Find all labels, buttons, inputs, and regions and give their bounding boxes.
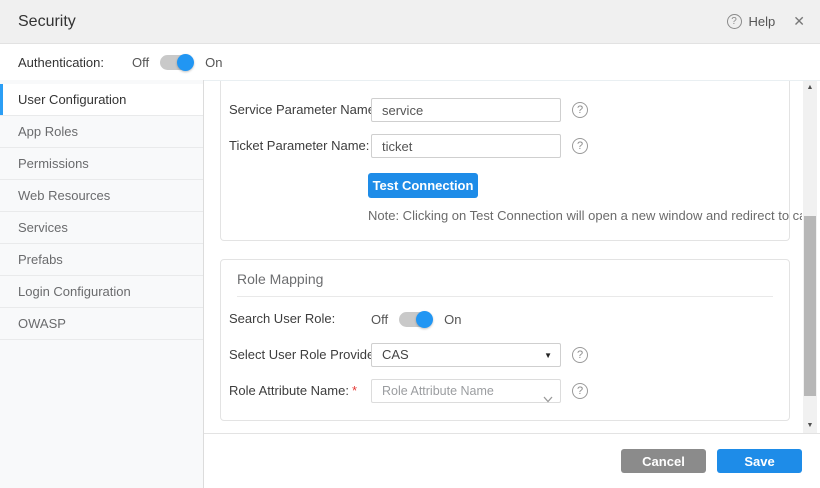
- selected-provider-value: CAS: [382, 347, 409, 362]
- sidebar-item-prefabs[interactable]: Prefabs: [0, 244, 203, 276]
- toggle-knob: [177, 54, 194, 71]
- titlebar-actions: ? Help ✕: [727, 13, 805, 30]
- help-icon[interactable]: ?: [572, 383, 588, 399]
- help-icon[interactable]: ?: [727, 14, 742, 29]
- chevron-down-icon: [543, 388, 553, 410]
- help-icon[interactable]: ?: [572, 138, 588, 154]
- help-icon[interactable]: ?: [572, 102, 588, 118]
- save-button[interactable]: Save: [717, 449, 802, 473]
- scroll-viewport: Service Parameter Name:* ? Ticket Parame…: [204, 81, 802, 433]
- authentication-off-label: Off: [132, 55, 149, 70]
- vertical-scrollbar[interactable]: ▲ ▼: [803, 81, 817, 433]
- sidebar-item-label: App Roles: [18, 124, 78, 139]
- authentication-on-label: On: [205, 55, 222, 70]
- role-provider-label: Select User Role Provider:: [229, 343, 382, 367]
- sidebar-item-login-configuration[interactable]: Login Configuration: [0, 276, 203, 308]
- sidebar-item-label: Web Resources: [18, 188, 110, 203]
- footer-actions: Cancel Save: [204, 433, 820, 488]
- sidebar-item-label: Prefabs: [18, 252, 63, 267]
- test-connection-button[interactable]: Test Connection: [368, 173, 478, 198]
- page-title: Security: [18, 13, 76, 31]
- sidebar-item-owasp[interactable]: OWASP: [0, 308, 203, 340]
- sidebar-item-services[interactable]: Services: [0, 212, 203, 244]
- role-mapping-panel: Role Mapping Search User Role: Off On Se: [220, 259, 790, 421]
- cancel-button[interactable]: Cancel: [621, 449, 706, 473]
- dropdown-arrow-icon: ▼: [544, 344, 552, 367]
- close-icon[interactable]: ✕: [793, 13, 805, 30]
- search-user-role-label: Search User Role:: [229, 307, 335, 331]
- role-attribute-row: Role Attribute Name:* Role Attribute Nam…: [221, 379, 789, 403]
- dialog-body: User Configuration App Roles Permissions…: [0, 80, 820, 488]
- search-role-on-label: On: [444, 312, 461, 327]
- scrollbar-thumb[interactable]: [804, 216, 816, 396]
- role-attribute-placeholder: Role Attribute Name: [382, 384, 494, 398]
- sidebar: User Configuration App Roles Permissions…: [0, 80, 204, 488]
- search-role-off-label: Off: [371, 312, 388, 327]
- test-connection-note: Note: Clicking on Test Connection will o…: [368, 208, 802, 223]
- authentication-label: Authentication:: [18, 55, 104, 70]
- authentication-row: Authentication: Off On: [0, 44, 820, 80]
- ticket-parameter-input[interactable]: [371, 134, 561, 158]
- security-dialog: Security ? Help ✕ Authentication: Off On…: [0, 0, 820, 488]
- titlebar: Security ? Help ✕: [0, 0, 820, 44]
- scroll-up-icon[interactable]: ▲: [803, 81, 817, 95]
- search-user-role-row: Search User Role: Off On: [221, 307, 789, 331]
- user-role-provider-select[interactable]: CAS ▼: [371, 343, 561, 367]
- required-mark: *: [352, 383, 357, 398]
- help-link[interactable]: Help: [749, 14, 776, 29]
- search-user-role-toggle-group: Off On: [371, 307, 461, 331]
- sidebar-item-user-configuration[interactable]: User Configuration: [0, 84, 203, 116]
- ticket-parameter-row: Ticket Parameter Name:* ?: [221, 134, 789, 158]
- active-indicator: [0, 84, 3, 115]
- service-parameter-label: Service Parameter Name:*: [229, 98, 387, 122]
- role-attribute-label: Role Attribute Name:*: [229, 379, 357, 403]
- sidebar-item-web-resources[interactable]: Web Resources: [0, 180, 203, 212]
- role-mapping-title: Role Mapping: [237, 260, 773, 297]
- authentication-toggle[interactable]: [160, 55, 193, 70]
- toggle-knob: [416, 311, 433, 328]
- scroll-down-icon[interactable]: ▼: [803, 419, 817, 433]
- ticket-parameter-label: Ticket Parameter Name:*: [229, 134, 377, 158]
- sidebar-item-label: Login Configuration: [18, 284, 131, 299]
- help-icon[interactable]: ?: [572, 347, 588, 363]
- service-parameter-input[interactable]: [371, 98, 561, 122]
- search-user-role-toggle[interactable]: [399, 312, 432, 327]
- sidebar-item-permissions[interactable]: Permissions: [0, 148, 203, 180]
- role-provider-row: Select User Role Provider: CAS ▼ ?: [221, 343, 789, 367]
- sidebar-item-label: Permissions: [18, 156, 89, 171]
- main-content: Service Parameter Name:* ? Ticket Parame…: [204, 80, 820, 488]
- role-attribute-combobox[interactable]: Role Attribute Name: [371, 379, 561, 403]
- cas-parameters-panel: Service Parameter Name:* ? Ticket Parame…: [220, 81, 790, 241]
- sidebar-item-label: Services: [18, 220, 68, 235]
- sidebar-item-label: OWASP: [18, 316, 66, 331]
- sidebar-item-label: User Configuration: [18, 92, 126, 107]
- service-parameter-row: Service Parameter Name:* ?: [221, 98, 789, 122]
- sidebar-item-app-roles[interactable]: App Roles: [0, 116, 203, 148]
